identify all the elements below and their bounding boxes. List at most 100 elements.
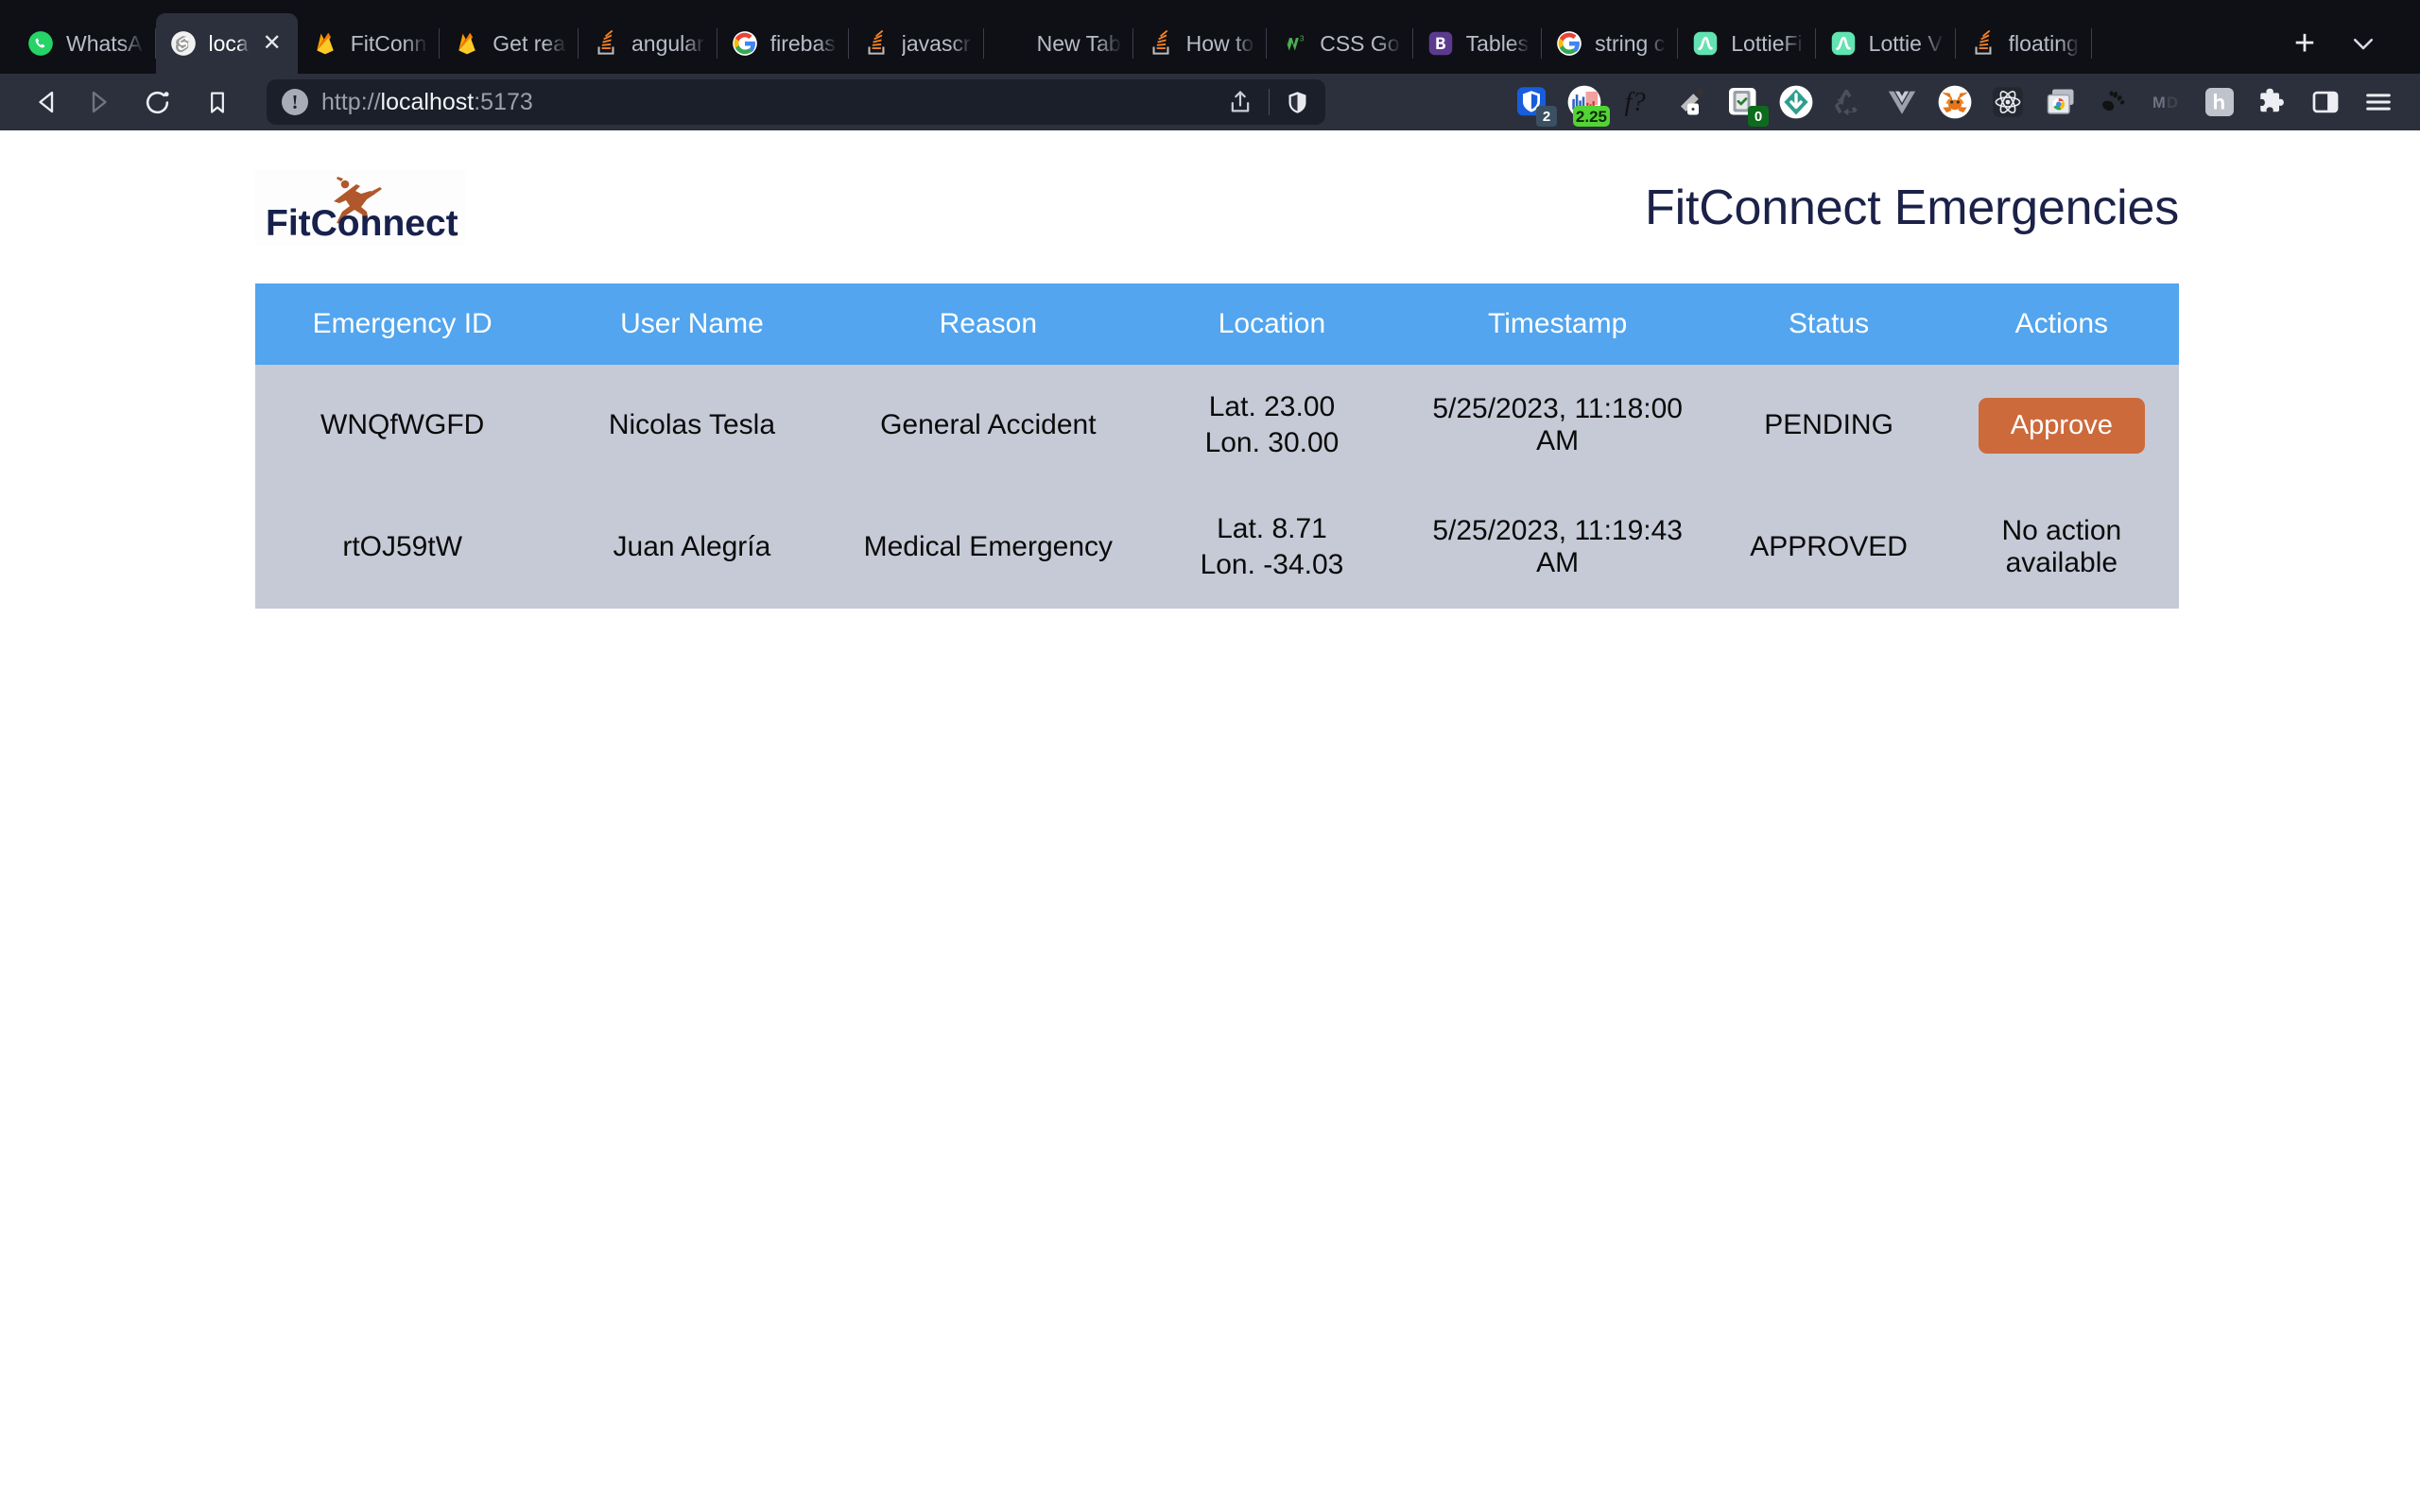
tab-separator — [2090, 28, 2092, 59]
table-head: Emergency ID User Name Reason Location Times… — [255, 284, 2179, 365]
markdown-icon[interactable]: MD — [2142, 77, 2191, 127]
stackoverflow-icon — [1147, 29, 1175, 58]
tab-title: loca — [208, 30, 249, 56]
browser-tab[interactable]: FitConn — [298, 13, 441, 74]
browser-tab[interactable]: 3 CSS Go — [1267, 13, 1413, 74]
bootstrap-icon — [1426, 29, 1455, 58]
extension-badge: 2.25 — [1572, 106, 1610, 127]
cell-timestamp: 5/25/2023, 11:18:00 AM — [1401, 365, 1714, 487]
url-scheme: http:// — [321, 88, 381, 115]
sidebar-toggle-icon[interactable] — [2301, 77, 2350, 127]
stocks-chart-icon[interactable]: 2.25 — [1560, 77, 1610, 127]
color-picker-icon[interactable] — [1666, 77, 1715, 127]
table-column-header: Timestamp — [1401, 284, 1714, 365]
emergencies-table-container: Emergency ID User Name Reason Location Times… — [255, 284, 2179, 609]
google-icon — [1555, 29, 1583, 58]
not-secure-icon[interactable]: ! — [282, 89, 308, 115]
browser-tab[interactable]: Get rea — [440, 13, 579, 74]
table-body: WNQfWGFD Nicolas Tesla General Accident Lat… — [255, 365, 2179, 609]
svelte-icon — [169, 29, 198, 58]
firebase-icon — [311, 29, 339, 58]
browser-tab[interactable]: angular — [579, 13, 717, 74]
location-longitude: Lon. -34.03 — [1200, 549, 1344, 581]
table-column-header: User Name — [549, 284, 835, 365]
cell-actions: No action available — [1944, 486, 2179, 609]
browser-tab[interactable]: firebas — [717, 13, 849, 74]
browser-tab[interactable]: WhatsA — [13, 13, 156, 74]
stackoverflow-icon — [592, 29, 620, 58]
page-title: FitConnect Emergencies — [1645, 180, 2179, 235]
tab-title: firebas — [769, 30, 836, 56]
table-column-header: Status — [1713, 284, 1945, 365]
forward-arrow-icon — [76, 79, 121, 125]
bookmark-icon[interactable] — [195, 79, 240, 125]
browser-tab[interactable]: New Tab — [984, 13, 1133, 74]
url-text: http://localhost:5173 — [321, 89, 1214, 116]
gnome-foot-icon[interactable] — [2089, 77, 2138, 127]
url-host: localhost — [380, 88, 475, 115]
browser-tab[interactable]: Lottie V — [1816, 13, 1956, 74]
browser-tab[interactable]: LottieFi — [1678, 13, 1816, 74]
url-port: :5173 — [474, 88, 533, 115]
svg-text:3: 3 — [1300, 35, 1305, 43]
location-longitude: Lon. 30.00 — [1204, 427, 1340, 459]
clipboard-check-icon[interactable]: 0 — [1719, 77, 1769, 127]
browser-chrome: WhatsA loca ✕ FitConn Get rea angular firebas j… — [0, 0, 2420, 130]
tab-title: LottieFi — [1731, 30, 1803, 56]
wolfram-function-icon[interactable]: f? — [1613, 77, 1662, 127]
table-header-row: Emergency ID User Name Reason Location Times… — [255, 284, 2179, 365]
cell-emergency-id: rtOJ59tW — [255, 486, 550, 609]
tab-title: WhatsA — [66, 30, 143, 56]
page-header: FitConnect FitConnect Emergencies — [255, 170, 2179, 246]
tab-title: New Tab — [1036, 30, 1120, 56]
tab-list: WhatsA loca ✕ FitConn Get rea angular firebas j… — [13, 0, 2267, 74]
extensions-puzzle-icon[interactable] — [2248, 77, 2297, 127]
tab-title: javascr — [901, 30, 971, 56]
reload-icon[interactable] — [134, 79, 180, 125]
hamburger-menu-icon[interactable] — [2354, 77, 2403, 127]
browser-tab[interactable]: string c — [1542, 13, 1679, 74]
svg-text:f?: f? — [1625, 88, 1647, 117]
blank-icon — [997, 29, 1026, 58]
browser-tab[interactable]: How to — [1133, 13, 1268, 74]
share-icon[interactable] — [1227, 89, 1253, 115]
bitwarden-icon[interactable]: 2 — [1507, 77, 1557, 127]
browser-tab[interactable]: Tables — [1413, 13, 1543, 74]
fitconnect-logo: FitConnect — [255, 170, 465, 246]
lottie-icon — [1829, 29, 1858, 58]
cell-user-name: Juan Alegría — [549, 486, 835, 609]
metamask-icon[interactable] — [1930, 77, 1979, 127]
chevron-down-icon[interactable] — [2337, 19, 2390, 68]
react-devtools-icon[interactable] — [1983, 77, 2032, 127]
firebase-icon — [453, 29, 481, 58]
extension-badge: 2 — [1536, 106, 1557, 127]
svg-text:D: D — [2167, 94, 2178, 112]
toolbar-divider — [1269, 89, 1270, 115]
svg-text:FitConnect: FitConnect — [266, 203, 458, 244]
table-row: WNQfWGFD Nicolas Tesla General Accident Lat… — [255, 365, 2179, 487]
tab-title: Get rea — [493, 30, 565, 56]
approve-button[interactable]: Approve — [1978, 397, 2145, 455]
page-viewport: FitConnect FitConnect Emergencies Emerge… — [0, 130, 2420, 1512]
fitconnect-logo-svg: FitConnect — [258, 171, 462, 245]
cell-status: APPROVED — [1713, 486, 1945, 609]
download-manager-icon[interactable] — [1772, 77, 1821, 127]
tab-title: floating — [2008, 30, 2079, 56]
table-column-header: Actions — [1944, 284, 2179, 365]
table-column-header: Location — [1142, 284, 1402, 365]
window-capture-icon[interactable] — [2036, 77, 2085, 127]
w3schools-icon: 3 — [1280, 29, 1308, 58]
vue-devtools-icon[interactable] — [1877, 77, 1927, 127]
close-icon[interactable]: ✕ — [260, 31, 285, 56]
browser-tab[interactable]: javascr — [849, 13, 984, 74]
browser-tab[interactable]: loca ✕ — [155, 13, 298, 74]
recycle-icon[interactable] — [1824, 77, 1874, 127]
new-tab-button[interactable]: + — [2280, 19, 2329, 68]
google-icon — [731, 29, 759, 58]
hypothesis-icon[interactable] — [2195, 77, 2244, 127]
browser-tab[interactable]: floating — [1956, 13, 2092, 74]
cell-actions: Approve — [1944, 365, 2179, 487]
back-arrow-icon[interactable] — [25, 79, 70, 125]
brave-shield-icon[interactable] — [1285, 90, 1310, 115]
address-bar[interactable]: ! http://localhost:5173 — [267, 79, 1325, 125]
